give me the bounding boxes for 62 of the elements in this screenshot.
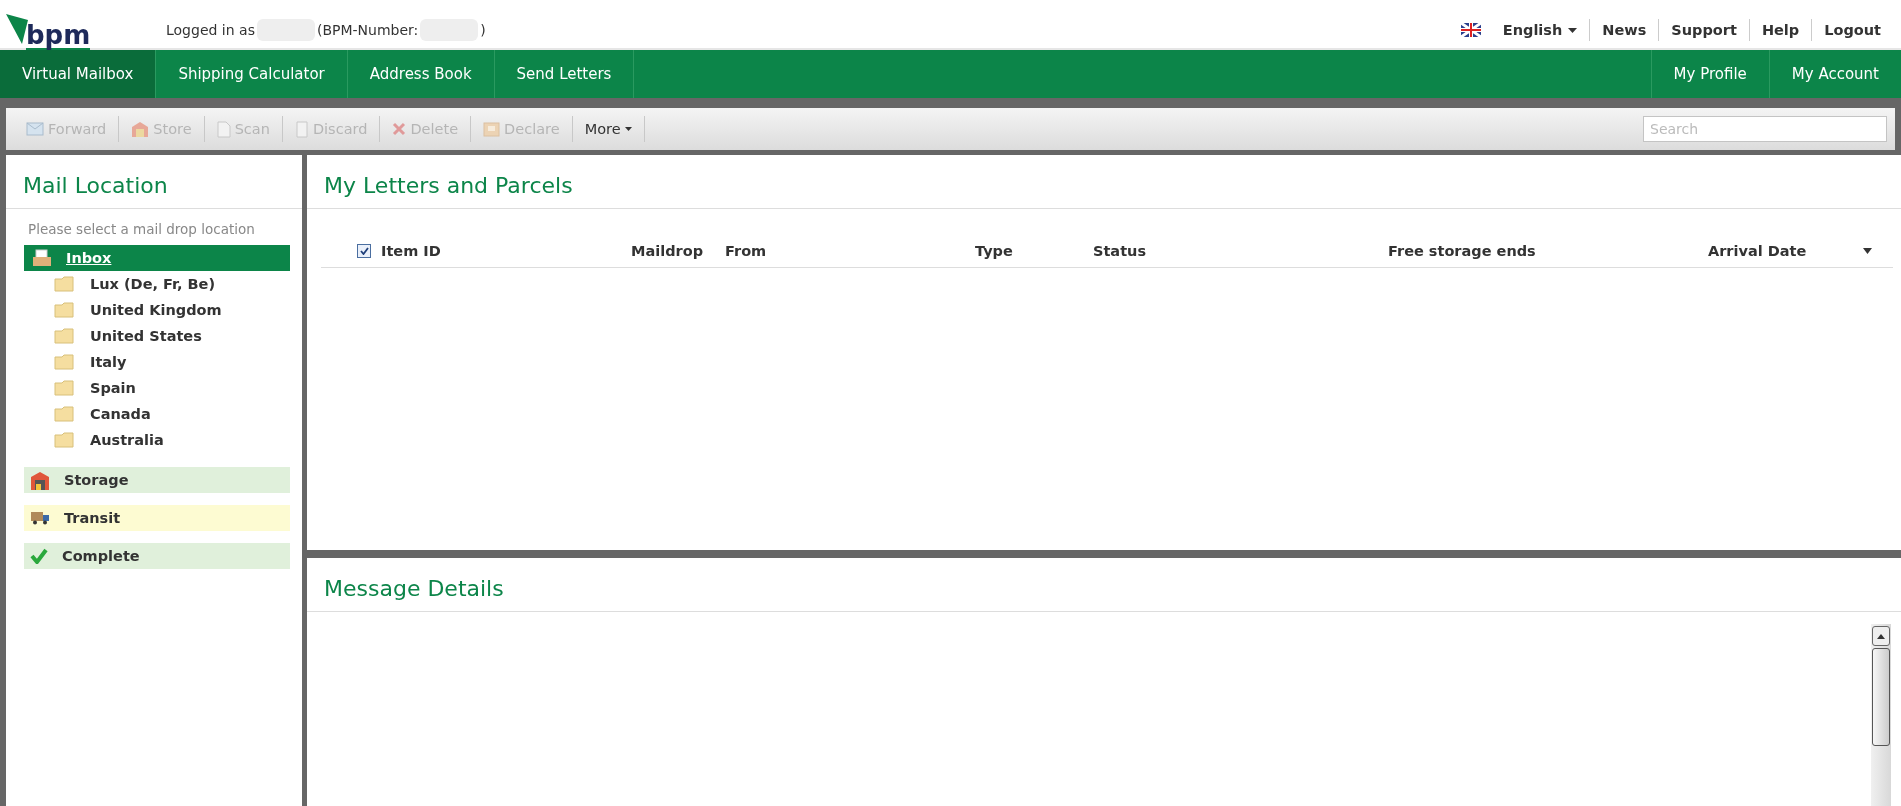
select-all-checkbox[interactable] (357, 244, 371, 258)
folder-icon (54, 276, 74, 292)
login-label: Logged in as (166, 22, 255, 38)
folder-icon (54, 380, 74, 396)
header-link[interactable]: Help (1748, 19, 1812, 41)
inbox-tray-icon (32, 249, 52, 267)
header-link[interactable]: Logout (1811, 19, 1893, 41)
panel-title: Mail Location (6, 155, 302, 209)
warehouse-icon (30, 470, 50, 490)
caret-icon (1568, 27, 1578, 33)
more-dropdown[interactable]: More (572, 116, 645, 142)
folder-item[interactable]: Australia (6, 427, 302, 453)
cross-icon (392, 122, 407, 136)
nav-tab[interactable]: Virtual Mailbox (0, 50, 157, 98)
folder-icon (54, 406, 74, 422)
column-header[interactable]: Maildrop (631, 243, 725, 259)
folder-item[interactable]: Italy (6, 349, 302, 375)
nav-tab[interactable]: My Profile (1650, 50, 1769, 98)
bpm-number-label: (BPM-Number: (316, 22, 419, 38)
truck-icon (30, 511, 50, 525)
bpm-number-suffix: ) (480, 22, 486, 38)
warehouse-icon (131, 121, 150, 137)
status-item[interactable]: Storage (24, 467, 290, 493)
language-dropdown[interactable]: English (1490, 19, 1590, 41)
nav-tab[interactable]: Shipping Calculator (156, 50, 348, 98)
header-link[interactable]: Support (1658, 19, 1749, 41)
document-icon (294, 120, 309, 138)
package-icon (483, 121, 501, 137)
checkmark-icon (30, 548, 48, 564)
folder-item[interactable]: United Kingdom (6, 297, 302, 323)
column-header[interactable]: Status (1093, 243, 1388, 259)
sort-arrow-icon[interactable] (1863, 248, 1872, 254)
panel-title: My Letters and Parcels (307, 155, 1901, 209)
nav-tab[interactable]: Send Letters (494, 50, 635, 98)
folder-item[interactable]: Spain (6, 375, 302, 401)
folder-icon (54, 354, 74, 370)
column-header[interactable]: Type (975, 243, 1093, 259)
folder-item[interactable]: Lux (De, Fr, Be) (6, 271, 302, 297)
folder-icon (54, 328, 74, 344)
inbox-item[interactable]: Inbox (24, 245, 290, 271)
document-icon (216, 120, 231, 138)
scrollbar[interactable] (1871, 624, 1891, 806)
nav-tab[interactable]: My Account (1768, 50, 1901, 98)
panel-title: Message Details (307, 558, 1901, 612)
folder-item[interactable]: United States (6, 323, 302, 349)
nav-tab[interactable]: Address Book (347, 50, 495, 98)
folder-icon (54, 302, 74, 318)
search-field[interactable]: Search (1643, 116, 1887, 142)
folder-item[interactable]: Canada (6, 401, 302, 427)
header-link[interactable]: News (1589, 19, 1659, 41)
up-arrow-icon[interactable] (1877, 633, 1885, 639)
folder-icon (54, 432, 74, 448)
hint-text: Please select a mail drop location (27, 220, 256, 239)
column-header[interactable]: Item ID (381, 243, 631, 259)
status-item[interactable]: Complete (24, 543, 290, 569)
column-header[interactable]: Free storage ends (1388, 243, 1708, 259)
status-item[interactable]: Transit (24, 505, 290, 531)
caret-icon (624, 127, 632, 131)
envelope-icon (26, 122, 44, 136)
uk-flag-icon (1460, 23, 1481, 37)
column-header[interactable]: Arrival Date (1708, 243, 1863, 259)
column-header[interactable]: From (725, 243, 975, 259)
